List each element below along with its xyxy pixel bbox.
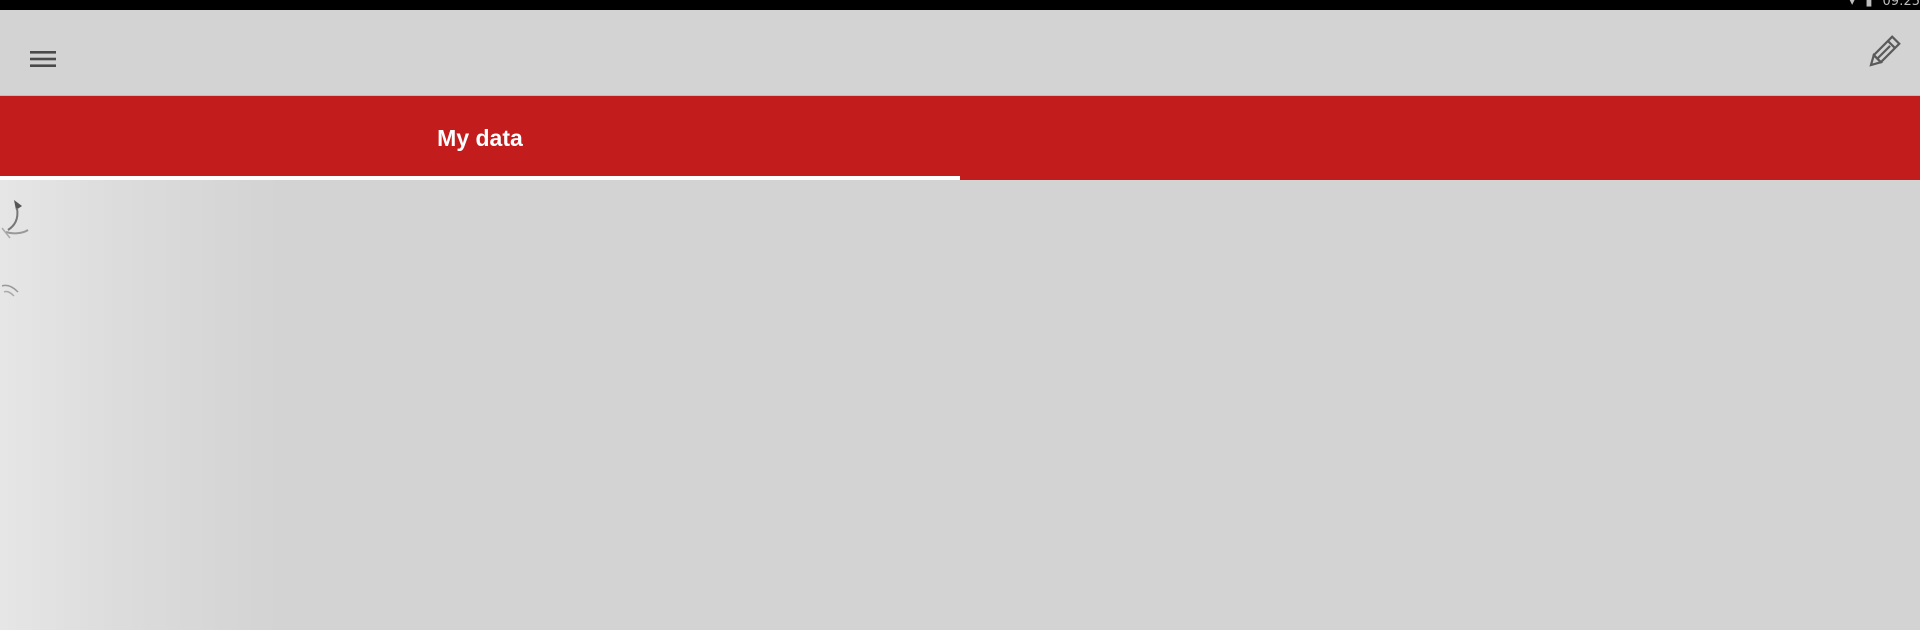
pencil-icon bbox=[1869, 35, 1901, 67]
status-icons: ▾ ▮ 09:25 bbox=[1848, 0, 1920, 9]
tab-second[interactable] bbox=[960, 96, 1920, 180]
edit-button[interactable] bbox=[1858, 28, 1908, 78]
tab-bar: My data bbox=[0, 96, 1920, 180]
status-bar: ▾ ▮ 09:25 bbox=[0, 0, 1920, 10]
menu-button[interactable] bbox=[22, 38, 64, 80]
tab-my-data[interactable]: My data bbox=[0, 96, 960, 180]
status-time: 09:25 bbox=[1882, 0, 1920, 9]
tab-my-data-label: My data bbox=[437, 124, 523, 151]
hamburger-menu-icon bbox=[30, 51, 56, 67]
battery-icon: ▮ bbox=[1865, 0, 1873, 9]
app-toolbar bbox=[0, 10, 1920, 96]
signal-icon: ▾ bbox=[1848, 0, 1856, 9]
decorative-figure-icon bbox=[1, 200, 29, 297]
content-area bbox=[0, 180, 1920, 630]
